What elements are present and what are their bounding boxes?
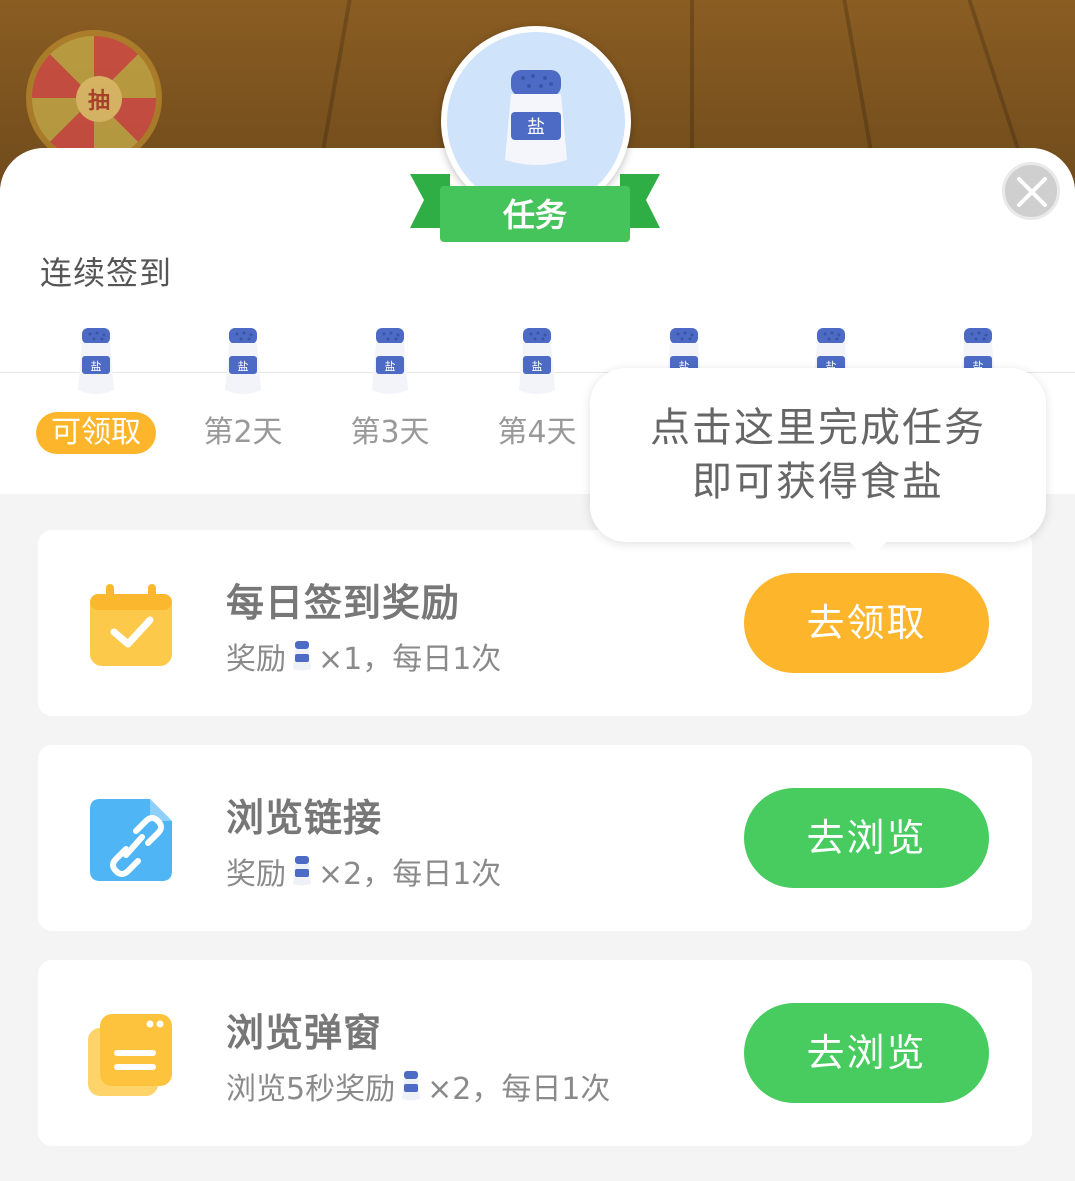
salt-icon: 盐 [519,328,555,394]
salt-shaker-label: 盐 [527,117,545,138]
task-reward: 奖励 ×2，每日1次 [226,849,501,893]
svg-text:盐: 盐 [238,360,249,373]
browse-button[interactable]: 去浏览 [744,788,989,888]
day-label: 第3天 [350,415,430,450]
task-card-browse-link: 浏览链接 奖励 ×2，每日1次 去浏览 [38,745,1032,931]
wheel-label: 抽 [76,76,122,122]
reward-prefix: 奖励 [226,642,286,677]
tooltip-line1: 点击这里完成任务 [650,405,986,451]
task-reward: 浏览5秒奖励 ×2，每日1次 [226,1064,610,1108]
tooltip-line2: 即可获得食盐 [692,459,944,505]
salt-icon [293,641,311,671]
task-title: 每日签到奖励 [226,581,461,625]
reward-suffix: ×1，每日1次 [318,642,502,677]
salt-icon [402,1071,421,1101]
svg-text:盐: 盐 [385,360,396,373]
task-panel: 连续签到 每日签到奖励 奖励 ×1，每日1次 去领取 浏览链接 奖励 ×2，每日… [0,148,1075,1181]
day-label: 第2天 [203,415,283,450]
calendar-check-icon [90,584,172,666]
salt-icon: 盐 [225,328,261,394]
day-label: 第4天 [497,415,577,450]
reward-suffix: ×2，每日1次 [318,857,502,892]
popup-window-icon [88,1014,172,1096]
task-card-browse-popup: 浏览弹窗 浏览5秒奖励 ×2，每日1次 去浏览 [38,960,1032,1146]
reward-suffix: ×2，每日1次 [427,1072,611,1107]
svg-text:盐: 盐 [532,360,543,373]
salt-icon: 盐 [78,328,114,394]
claim-button[interactable]: 去领取 [744,573,989,673]
link-icon [90,799,172,881]
hint-tooltip: 点击这里完成任务 即可获得食盐 [590,368,1046,542]
lottery-wheel-icon: 抽 [26,30,162,166]
salt-icon [293,856,311,886]
ribbon-title: 任务 [502,196,567,234]
browse-button[interactable]: 去浏览 [744,1003,989,1103]
streak-title: 连续签到 [40,254,173,292]
day-label[interactable]: 可领取 [36,412,156,454]
svg-text:盐: 盐 [91,360,102,373]
task-reward: 奖励 ×1，每日1次 [226,634,501,678]
reward-prefix: 奖励 [226,857,286,892]
close-button[interactable] [1002,162,1060,220]
task-title: 浏览链接 [226,796,383,840]
task-title: 浏览弹窗 [226,1011,383,1055]
close-icon [1017,177,1047,207]
reward-prefix: 浏览5秒奖励 [226,1072,396,1107]
tooltip-arrow [848,540,888,562]
salt-shaker-icon: 盐 [505,70,567,165]
salt-icon: 盐 [372,328,408,394]
